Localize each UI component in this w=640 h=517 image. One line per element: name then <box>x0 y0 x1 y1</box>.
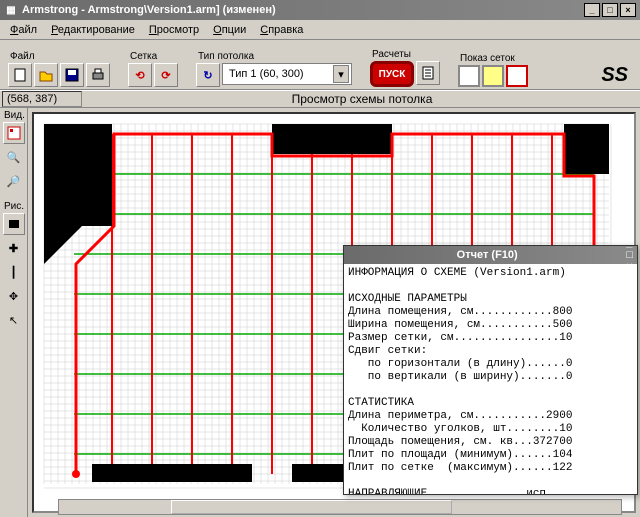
open-button[interactable] <box>34 63 58 87</box>
zoom-in-tool[interactable]: 🔍 <box>3 146 25 168</box>
minimize-button[interactable]: _ <box>584 3 600 17</box>
horizontal-scrollbar[interactable] <box>58 499 622 515</box>
report-max-button[interactable]: □ <box>626 249 633 261</box>
logo-icon: SS <box>601 64 636 87</box>
cross-tool[interactable]: ✚ <box>3 237 25 259</box>
cursor-coords: (568, 387) <box>2 91 82 107</box>
run-button[interactable]: ПУСК <box>370 61 414 87</box>
rect-tool[interactable] <box>3 213 25 235</box>
print-button[interactable] <box>86 63 110 87</box>
menu-view[interactable]: Просмотр <box>143 22 205 38</box>
report-body[interactable]: ИНФОРМАЦИЯ О СХЕМЕ (Version1.arm) ИСХОДН… <box>344 264 637 494</box>
new-button[interactable] <box>8 63 32 87</box>
group-calc-label: Расчеты <box>370 49 440 60</box>
maximize-button[interactable]: □ <box>602 3 618 17</box>
report-button[interactable] <box>416 61 440 85</box>
app-icon: ▦ <box>4 3 18 17</box>
menu-bar: Файл Редактирование Просмотр Опции Справ… <box>0 20 640 40</box>
report-close-button[interactable]: × <box>626 261 633 273</box>
grid-shift-right-button[interactable]: ⟳ <box>154 63 178 87</box>
grid-shift-left-button[interactable]: ⟲ <box>128 63 152 87</box>
side-toolbar: Вид. 🔍 🔎 Рис. ✚ ┃ ✥ ↖ <box>0 108 28 517</box>
chevron-down-icon: ▾ <box>333 65 349 83</box>
menu-file[interactable]: Файл <box>4 22 43 38</box>
group-file-label: Файл <box>8 51 110 62</box>
report-window[interactable]: Отчет (F10) _ □ × ИНФОРМАЦИЯ О СХЕМЕ (Ve… <box>343 245 638 495</box>
save-button[interactable] <box>60 63 84 87</box>
close-button[interactable]: × <box>620 3 636 17</box>
report-title: Отчет (F10) <box>348 249 626 261</box>
pan-tool[interactable] <box>3 122 25 144</box>
view-title: Просмотр схемы потолка <box>84 92 640 106</box>
group-type-label: Тип потолка <box>196 51 352 62</box>
title-bar: ▦ Armstrong - Armstrong\Version1.arm] (и… <box>0 0 640 20</box>
window-title: Armstrong - Armstrong\Version1.arm] (изм… <box>22 4 276 16</box>
type-cycle-button[interactable]: ↻ <box>196 63 220 87</box>
report-min-button[interactable]: _ <box>626 237 633 249</box>
menu-edit[interactable]: Редактирование <box>45 22 141 38</box>
show-grid-1[interactable] <box>458 65 480 87</box>
menu-options[interactable]: Опции <box>207 22 252 38</box>
ceiling-type-combo[interactable]: Тип 1 (60, 300) ▾ <box>222 63 352 85</box>
cursor-tool[interactable]: ↖ <box>3 309 25 331</box>
side-view-label: Вид. <box>2 110 25 121</box>
move-tool[interactable]: ✥ <box>3 285 25 307</box>
show-grid-2[interactable] <box>482 65 504 87</box>
vline-tool[interactable]: ┃ <box>3 261 25 283</box>
zoom-out-tool[interactable]: 🔎 <box>3 170 25 192</box>
menu-help[interactable]: Справка <box>254 22 309 38</box>
ceiling-type-value: Тип 1 (60, 300) <box>229 68 304 80</box>
group-show-label: Показ сеток <box>458 53 528 64</box>
side-draw-label: Рис. <box>2 201 25 212</box>
group-grid-label: Сетка <box>128 51 178 62</box>
show-grid-3[interactable] <box>506 65 528 87</box>
status-bar: (568, 387) Просмотр схемы потолка <box>0 90 640 108</box>
report-title-bar[interactable]: Отчет (F10) _ □ × <box>344 246 637 264</box>
toolbar: Файл Сетка ⟲ ⟳ Тип потолка ↻ Тип 1 (60, … <box>0 40 640 90</box>
